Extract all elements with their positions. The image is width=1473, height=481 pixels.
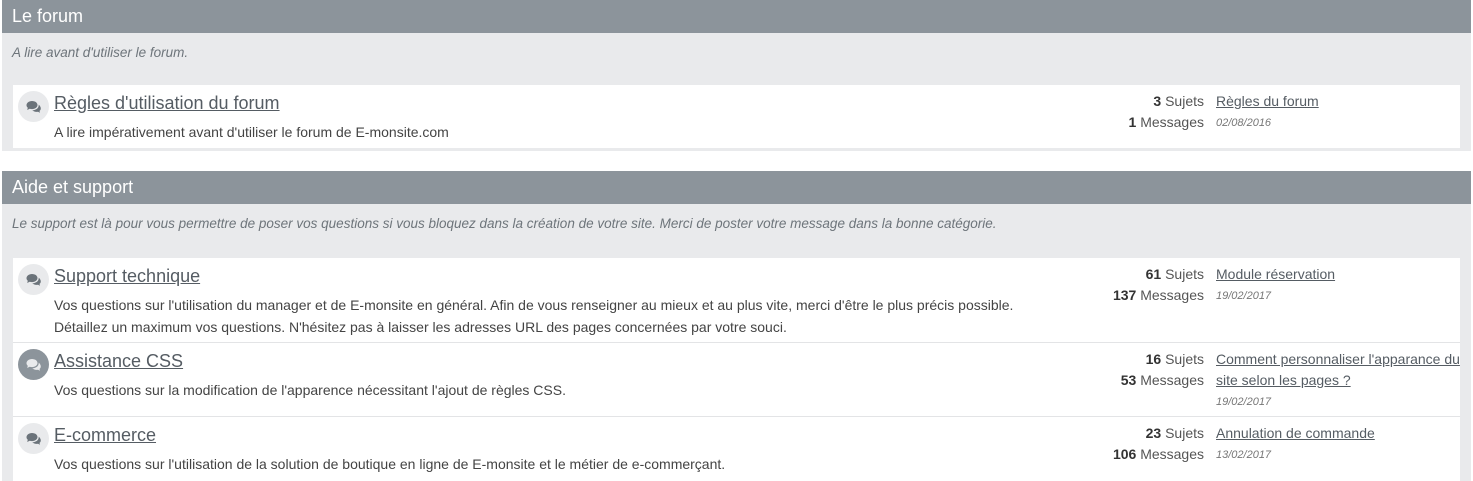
last-post: Annulation de commande 13/02/2017 xyxy=(1216,423,1461,466)
last-post-link[interactable]: Comment personnaliser l'apparance du sit… xyxy=(1216,351,1460,388)
messages-count: 1 xyxy=(1128,114,1137,130)
last-post-link[interactable]: Annulation de commande xyxy=(1216,425,1375,441)
forum-stats: 23 Sujets 106 Messages xyxy=(1113,423,1204,465)
topics-count: 16 xyxy=(1145,351,1162,367)
comments-icon xyxy=(18,349,49,380)
comments-icon xyxy=(18,91,49,122)
messages-count: 137 xyxy=(1112,287,1137,303)
topics-count: 23 xyxy=(1145,425,1162,441)
last-post-date: 02/08/2016 xyxy=(1216,117,1272,129)
topics-label: Sujets xyxy=(1165,425,1204,441)
forum-row: Support technique Vos questions sur l'ut… xyxy=(13,258,1460,343)
forum-info: Assistance CSS Vos questions sur la modi… xyxy=(54,351,1020,401)
section-le-forum: Le forum A lire avant d'utiliser le foru… xyxy=(2,0,1471,151)
messages-label: Messages xyxy=(1140,287,1204,303)
forum-stats: 16 Sujets 53 Messages xyxy=(1121,349,1204,391)
section-title: Aide et support xyxy=(2,171,1471,204)
forum-info: Support technique Vos questions sur l'ut… xyxy=(54,266,1020,338)
forum-row: Règles d'utilisation du forum A lire imp… xyxy=(13,85,1460,148)
forum-stats: 61 Sujets 137 Messages xyxy=(1113,264,1204,306)
comments-icon xyxy=(18,264,49,295)
last-post: Module réservation 19/02/2017 xyxy=(1216,264,1461,307)
section-title: Le forum xyxy=(2,0,1471,33)
last-post: Règles du forum 02/08/2016 xyxy=(1216,91,1461,134)
forum-title-link[interactable]: Support technique xyxy=(54,266,200,287)
comments-icon xyxy=(18,423,49,454)
forum-row: E-commerce Vos questions sur l'utilisati… xyxy=(13,417,1460,481)
last-post-date: 13/02/2017 xyxy=(1216,449,1272,461)
topics-label: Sujets xyxy=(1165,351,1204,367)
messages-label: Messages xyxy=(1140,446,1204,462)
section-description: Le support est là pour vous permettre de… xyxy=(12,216,997,231)
topics-count: 3 xyxy=(1153,93,1162,109)
forum-description: Vos questions sur la modification de l'a… xyxy=(54,382,566,398)
last-post-date: 19/02/2017 xyxy=(1216,396,1272,408)
forum-description: Vos questions sur l'utilisation de la so… xyxy=(54,456,726,472)
forum-description: Vos questions sur l'utilisation du manag… xyxy=(54,297,1014,335)
forum-list: Support technique Vos questions sur l'ut… xyxy=(2,258,1471,481)
last-post-link[interactable]: Règles du forum xyxy=(1216,93,1319,109)
forum-description: A lire impérativement avant d'utiliser l… xyxy=(54,124,449,140)
topics-label: Sujets xyxy=(1165,93,1204,109)
forum-list: Règles d'utilisation du forum A lire imp… xyxy=(2,85,1471,151)
section-aide-et-support: Aide et support Le support est là pour v… xyxy=(2,171,1471,481)
forum-info: Règles d'utilisation du forum A lire imp… xyxy=(54,93,1020,143)
forum-title-link[interactable]: E-commerce xyxy=(54,425,156,446)
last-post: Comment personnaliser l'apparance du sit… xyxy=(1216,349,1461,413)
topics-label: Sujets xyxy=(1165,266,1204,282)
messages-label: Messages xyxy=(1140,372,1204,388)
forum-stats: 3 Sujets 1 Messages xyxy=(1129,91,1205,133)
forum-title-link[interactable]: Assistance CSS xyxy=(54,351,183,372)
forum-title-link[interactable]: Règles d'utilisation du forum xyxy=(54,93,280,114)
last-post-date: 19/02/2017 xyxy=(1216,290,1272,302)
topics-count: 61 xyxy=(1145,266,1162,282)
forum-row: Assistance CSS Vos questions sur la modi… xyxy=(13,343,1460,417)
messages-count: 106 xyxy=(1112,446,1137,462)
messages-count: 53 xyxy=(1120,372,1137,388)
last-post-link[interactable]: Module réservation xyxy=(1216,266,1335,282)
section-description: A lire avant d'utiliser le forum. xyxy=(12,45,189,60)
forum-info: E-commerce Vos questions sur l'utilisati… xyxy=(54,425,1020,475)
messages-label: Messages xyxy=(1140,114,1204,130)
